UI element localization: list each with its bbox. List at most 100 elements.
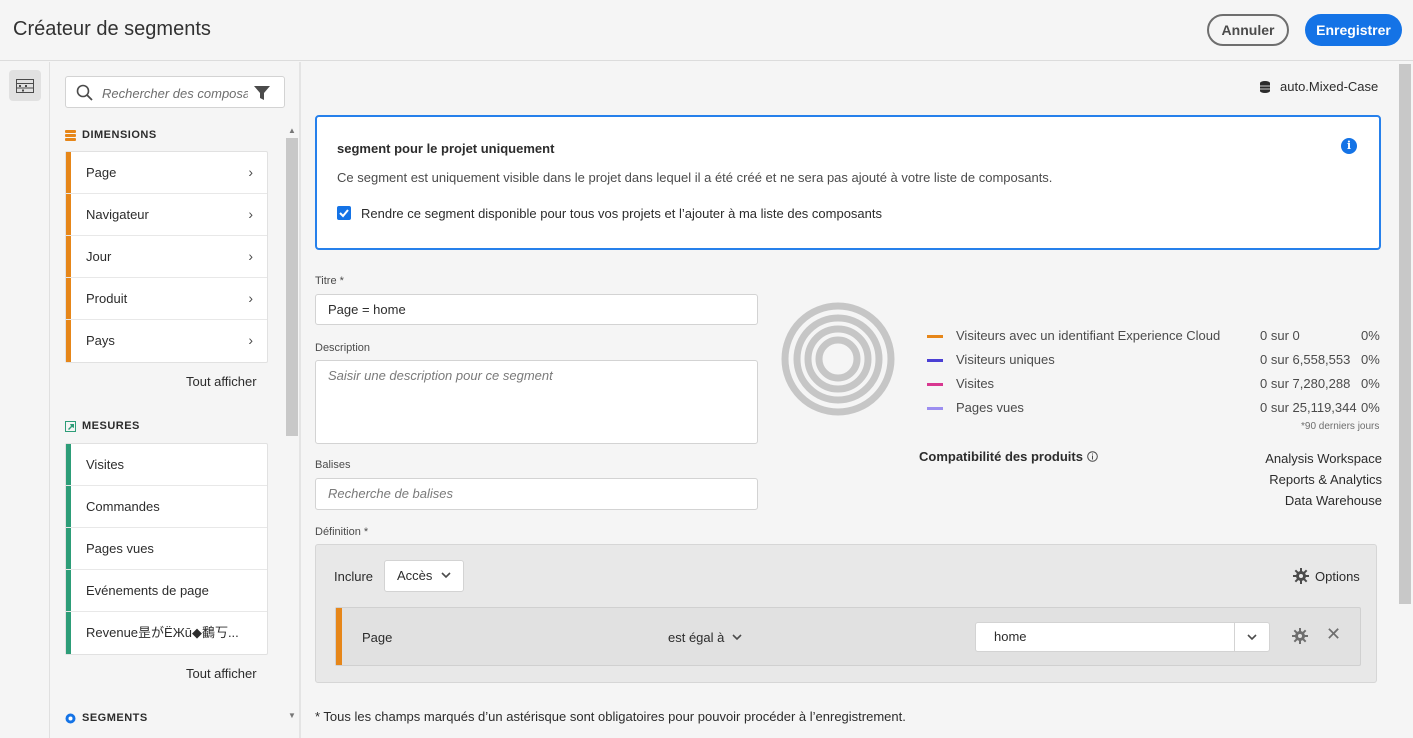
compat-label: Compatibilité des produits	[919, 449, 1083, 464]
rule-operator-select[interactable]: est égal à	[668, 630, 742, 645]
database-icon	[1260, 80, 1270, 93]
summary-count: 0 sur 6,558,553	[1260, 352, 1351, 367]
rule-value-input[interactable]: home	[975, 622, 1270, 652]
compat-product: Reports & Analytics	[1269, 472, 1382, 487]
make-available-checkbox[interactable]	[337, 206, 351, 220]
chevron-right-icon[interactable]: ›	[248, 152, 253, 193]
scroll-up-icon[interactable]: ▲	[288, 126, 296, 135]
summary-count: 0 sur 7,280,288	[1260, 376, 1351, 391]
list-item[interactable]: Visites	[66, 444, 267, 486]
checkmark-icon	[339, 209, 349, 218]
components-panel: ▲ ▼ DIMENSIONS Page › Navigateur › Jour › P…	[51, 62, 301, 738]
metric-color-bar	[66, 486, 71, 527]
list-item[interactable]: Pages vues	[66, 528, 267, 570]
compat-product: Data Warehouse	[1284, 493, 1382, 508]
list-item[interactable]: Jour ›	[66, 236, 267, 278]
description-textarea[interactable]: Saisir une description pour ce segment	[315, 360, 758, 444]
summary-metric-name: Visites	[956, 376, 995, 391]
scroll-down-icon[interactable]: ▼	[288, 711, 296, 720]
make-available-label[interactable]: Rendre ce segment disponible pour tous v…	[361, 206, 882, 221]
info-outline-icon[interactable]	[1087, 451, 1098, 462]
list-item-label: Produit	[86, 291, 128, 306]
summary-row: Pages vues 0 sur 25,119,344 0%	[927, 398, 1382, 422]
show-all-metrics-link[interactable]: Tout afficher	[186, 666, 257, 681]
project-only-notice: segment pour le projet uniquement Ce seg…	[315, 115, 1381, 250]
dimension-color-bar	[66, 278, 71, 319]
filter-icon[interactable]	[253, 84, 271, 102]
rule-value: home	[994, 629, 1027, 644]
list-item[interactable]: Evénements de page	[66, 570, 267, 612]
metrics-icon	[65, 420, 76, 432]
rule-settings-gear-icon[interactable]	[1292, 628, 1308, 644]
components-panel-icon	[16, 78, 34, 93]
info-icon[interactable]: i	[1341, 138, 1357, 154]
summary-percent: 0%	[1361, 328, 1380, 343]
dimensions-header: DIMENSIONS	[65, 129, 157, 141]
list-item[interactable]: Page ›	[66, 152, 267, 194]
metric-color-bar	[66, 570, 71, 611]
chevron-right-icon[interactable]: ›	[248, 278, 253, 319]
title-label-text: Titre	[315, 275, 337, 287]
segments-header: SEGMENTS	[65, 712, 148, 724]
tags-input[interactable]: Recherche de balises	[315, 478, 758, 510]
chevron-right-icon[interactable]: ›	[248, 320, 253, 361]
metrics-header: MESURES	[65, 420, 140, 432]
metrics-list: Visites Commandes Pages vues Evénements …	[65, 443, 268, 655]
main-scrollbar[interactable]	[1398, 64, 1412, 736]
panel-scrollbar[interactable]: ▲ ▼	[285, 126, 299, 726]
summary-count: 0 sur 0	[1260, 328, 1300, 343]
remove-rule-close-icon[interactable]: ✕	[1326, 624, 1341, 645]
list-item-label: Pays	[86, 333, 115, 348]
summary-row: Visiteurs uniques 0 sur 6,558,553 0%	[927, 350, 1382, 374]
list-item-label: Jour	[86, 249, 112, 264]
report-suite[interactable]: auto.Mixed-Case	[1260, 79, 1378, 94]
legend-swatch	[927, 335, 943, 338]
required-fields-note: * Tous les champs marqués d’un astérisqu…	[315, 709, 906, 724]
scrollbar-thumb[interactable]	[1399, 64, 1411, 604]
summary-metric-name: Visiteurs avec un identifiant Experience…	[956, 328, 1221, 343]
drag-handle[interactable]	[336, 608, 342, 665]
definition-label-text: Définition	[315, 526, 361, 538]
show-all-dimensions-link[interactable]: Tout afficher	[186, 374, 257, 389]
search-input[interactable]	[102, 83, 248, 103]
summary-row: Visiteurs avec un identifiant Experience…	[927, 326, 1382, 350]
metric-color-bar	[66, 528, 71, 569]
chevron-down-icon	[732, 634, 742, 641]
dimensions-icon	[65, 129, 76, 141]
list-item-label: Evénements de page	[86, 583, 209, 598]
options-button[interactable]: Options	[1293, 568, 1360, 584]
search-icon	[76, 84, 93, 101]
summary-legend: Visiteurs avec un identifiant Experience…	[927, 326, 1382, 422]
report-suite-name: auto.Mixed-Case	[1280, 79, 1379, 94]
metric-color-bar	[66, 612, 71, 654]
summary-metric-name: Visiteurs uniques	[956, 352, 1055, 367]
compatible-products: Analysis Workspace Reports & Analytics D…	[1182, 448, 1382, 511]
list-item[interactable]: Pays ›	[66, 320, 267, 362]
segments-title: SEGMENTS	[82, 712, 148, 724]
definition-label: Définition *	[315, 526, 369, 538]
rule-value-dropdown[interactable]	[1234, 623, 1269, 651]
summary-row: Visites 0 sur 7,280,288 0%	[927, 374, 1382, 398]
list-item[interactable]: Produit ›	[66, 278, 267, 320]
save-button[interactable]: Enregistrer	[1305, 14, 1402, 46]
chevron-right-icon[interactable]: ›	[248, 194, 253, 235]
dimension-color-bar	[66, 194, 71, 235]
left-rail	[0, 62, 50, 738]
scrollbar-thumb[interactable]	[286, 138, 298, 436]
metrics-title: MESURES	[82, 420, 140, 432]
list-item-label: Commandes	[86, 499, 160, 514]
dimension-color-bar	[66, 236, 71, 277]
summary-percent: 0%	[1361, 352, 1380, 367]
container-type-select[interactable]: Accès	[384, 560, 464, 592]
chevron-down-icon	[1247, 633, 1257, 640]
list-item[interactable]: Commandes	[66, 486, 267, 528]
cancel-button[interactable]: Annuler	[1207, 14, 1289, 46]
compat-product: Analysis Workspace	[1265, 451, 1382, 466]
list-item[interactable]: Revenue昰がЁЖū◆鷭丂...	[66, 612, 267, 654]
description-label: Description	[315, 342, 371, 354]
list-item[interactable]: Navigateur ›	[66, 194, 267, 236]
components-panel-button[interactable]	[9, 70, 41, 101]
chevron-right-icon[interactable]: ›	[248, 236, 253, 277]
title-input[interactable]: Page = home	[315, 294, 758, 325]
legend-swatch	[927, 359, 943, 362]
